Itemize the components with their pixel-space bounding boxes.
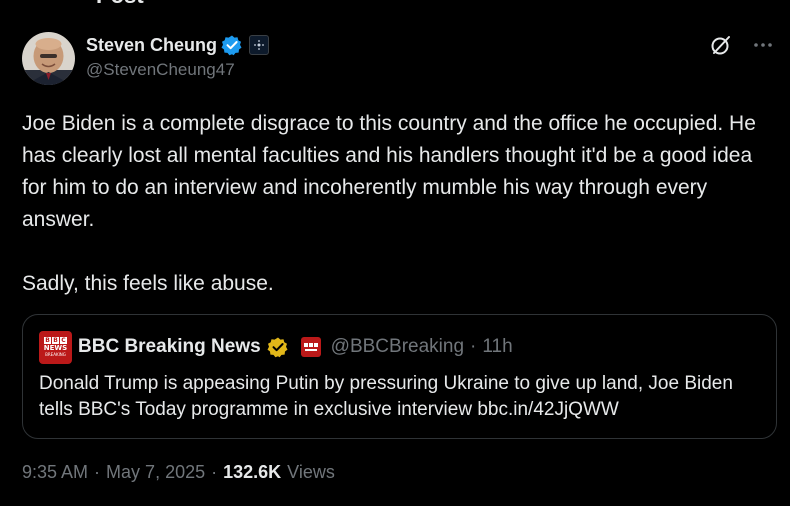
quoted-display-name: BBC Breaking News [78,336,261,357]
author-display-name[interactable]: Steven Cheung [86,35,217,56]
verified-badge-icon [221,34,243,56]
post-page: Post Steven Cheung [0,0,790,506]
tweet-text: Joe Biden is a complete disgrace to this… [22,112,756,295]
bbc-affiliation-icon [300,337,321,357]
views-count: 132.6K [223,462,282,482]
avatar[interactable] [22,32,75,85]
quoted-tweet[interactable]: B B C NEWS BREAKING BBC Breaking News @B… [22,314,777,439]
tweet-date[interactable]: May 7, 2025 [106,462,205,483]
author-row: Steven Cheung @StevenCheung47 [22,30,778,86]
page-title: Post [96,0,144,8]
meta-separator: · [211,462,218,482]
quoted-handle: @BBCBreaking [330,336,465,357]
quoted-tweet-header: B B C NEWS BREAKING BBC Breaking News @B… [39,330,513,364]
post-actions-top [708,32,776,58]
gold-verified-badge-icon [267,336,289,358]
author-names: Steven Cheung @StevenCheung47 [86,33,270,80]
tweet-time[interactable]: 9:35 AM [22,462,88,483]
quoted-time: 11h [482,336,513,357]
grok-icon[interactable] [708,32,734,58]
tweet-meta: 9:35 AM · May 7, 2025 · 132.6K Views [22,462,335,483]
quoted-separator: · [470,336,477,357]
bbc-news-logo-icon[interactable]: B B C NEWS BREAKING [39,330,72,364]
meta-separator: · [94,462,101,482]
more-options-icon[interactable] [750,32,776,58]
affiliation-badge-icon[interactable] [249,35,270,55]
quoted-tweet-text: Donald Trump is appeasing Putin by press… [39,373,733,420]
author-handle[interactable]: @StevenCheung47 [86,60,269,80]
avatar-image [22,32,75,85]
views-label: Views [287,462,335,482]
author-name-line: Steven Cheung [86,33,270,57]
